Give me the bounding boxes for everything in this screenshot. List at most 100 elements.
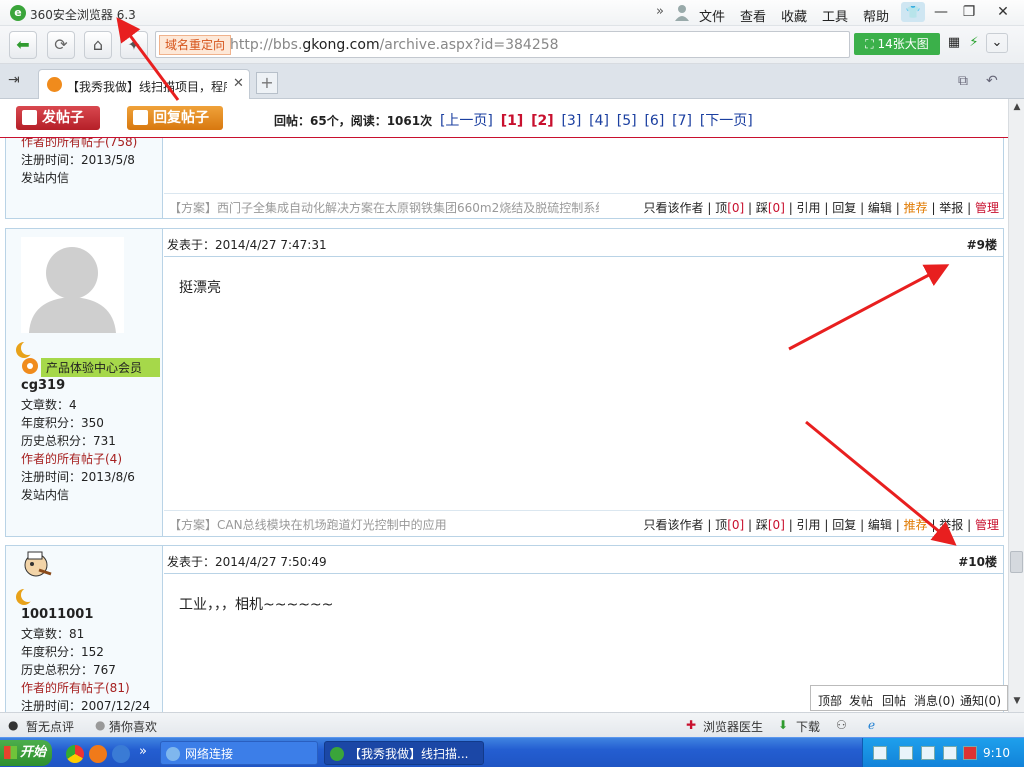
float-reply-link[interactable]: 回帖 [882, 692, 906, 709]
quote-link[interactable]: 引用 [797, 201, 821, 215]
prev-page-link[interactable]: [上一页] [440, 113, 493, 129]
speed-mode-icon[interactable]: ⚡ [966, 35, 982, 51]
send-pm-link[interactable]: 发站内信 [21, 169, 69, 186]
minimize-button[interactable]: — [929, 2, 953, 22]
report-link[interactable]: 举报 [939, 518, 963, 532]
related-link[interactable]: 【方案】西门子全集成自动化解决方案在太原钢铁集团660m2烧结及脱硫控制系统 [169, 199, 599, 216]
media-player-icon[interactable] [112, 745, 130, 763]
author-name[interactable]: 10011001 [21, 607, 93, 622]
menu-favorites[interactable]: 收藏 [781, 6, 807, 25]
new-tab-button[interactable]: + [256, 72, 278, 94]
menu-view[interactable]: 查看 [740, 6, 766, 25]
download-icon[interactable]: ⬇ [778, 718, 788, 732]
guess-icon[interactable]: ● [95, 718, 105, 732]
keyboard-icon[interactable] [873, 746, 887, 760]
restore-button[interactable]: ❐ [957, 2, 981, 22]
menu-tools[interactable]: 工具 [822, 6, 848, 25]
page-link-4[interactable]: [4] [589, 113, 609, 129]
floor-number[interactable]: #10楼 [958, 553, 997, 570]
recommend-link[interactable]: 推荐 [904, 518, 928, 532]
next-page-link[interactable]: [下一页] [700, 113, 753, 129]
reply-link[interactable]: 回复 [832, 518, 856, 532]
scrollbar-thumb[interactable] [1010, 551, 1023, 573]
download-label[interactable]: 下载 [796, 718, 820, 735]
big-image-button[interactable]: ⛶ 14张大图 [854, 33, 940, 55]
related-link[interactable]: 【方案】CAN总线模块在机场跑道灯光控制中的应用 [169, 516, 599, 533]
doctor-icon[interactable]: ✚ [686, 718, 696, 732]
manage-link[interactable]: 管理 [975, 518, 999, 532]
author-name[interactable]: cg319 [21, 378, 65, 393]
tray-app-icon[interactable] [921, 746, 935, 760]
user-icon[interactable] [674, 4, 690, 22]
close-window-button[interactable]: ✕ [991, 2, 1015, 22]
author-all-posts-link[interactable]: 作者的所有帖子(81) [21, 679, 130, 696]
qr-code-icon[interactable]: ▦ [946, 35, 962, 51]
send-pm-link[interactable]: 发站内信 [21, 486, 69, 503]
page-link-3[interactable]: [3] [561, 113, 581, 129]
start-button[interactable]: 开始 [0, 740, 52, 766]
tab-close-icon[interactable]: ✕ [233, 76, 244, 91]
author-all-posts-link[interactable]: 作者的所有帖子(4) [21, 450, 122, 467]
page-link-2[interactable]: [2] [531, 113, 554, 129]
page-link-7[interactable]: [7] [672, 113, 692, 129]
quote-link[interactable]: 引用 [797, 518, 821, 532]
float-post-link[interactable]: 发帖 [849, 692, 873, 709]
float-notice-link[interactable]: 通知(0) [960, 692, 1001, 709]
refresh-button[interactable]: ⟳ [47, 31, 75, 59]
menu-help[interactable]: 帮助 [863, 6, 889, 25]
home-button[interactable]: ⌂ [84, 31, 112, 59]
domain-redirect-tag[interactable]: 域名重定向 [159, 35, 232, 55]
reply-link[interactable]: 回复 [832, 201, 856, 215]
post-button[interactable]: 发帖子 [16, 106, 100, 130]
ie-icon[interactable]: ℯ [868, 718, 875, 732]
page-scrollbar[interactable]: ▲ ▼ [1008, 99, 1024, 712]
skin-icon[interactable]: 👕 [901, 2, 925, 22]
edit-link[interactable]: 编辑 [868, 518, 892, 532]
edit-link[interactable]: 编辑 [868, 201, 892, 215]
chrome-icon[interactable] [66, 745, 84, 763]
reply-button[interactable]: 回复帖子 [127, 106, 223, 130]
up-count: [0] [727, 201, 745, 215]
taskbar-item-browser[interactable]: 【我秀我做】线扫描... [324, 741, 484, 765]
undo-close-tab-icon[interactable]: ↶ [986, 73, 998, 89]
down-link[interactable]: 踩 [756, 518, 768, 532]
no-comment-label[interactable]: 暂无点评 [26, 718, 74, 735]
sidebar-toggle-icon[interactable]: ⇥ [8, 72, 20, 88]
firefox-icon[interactable] [89, 745, 107, 763]
menu-file[interactable]: 文件 [699, 6, 725, 25]
page-link-1[interactable]: [1] [501, 113, 524, 129]
scroll-down-icon[interactable]: ▼ [1011, 695, 1023, 707]
game-icon[interactable]: ⚇ [836, 718, 847, 732]
taskbar-item-network[interactable]: 网络连接 [160, 741, 318, 765]
network-tray-icon[interactable] [943, 746, 957, 760]
antivirus-icon[interactable] [963, 746, 977, 760]
floor-number[interactable]: #9楼 [967, 236, 997, 253]
up-link[interactable]: 顶 [715, 201, 727, 215]
help-icon[interactable] [899, 746, 913, 760]
only-author-link[interactable]: 只看该作者 [643, 201, 703, 215]
page-link-6[interactable]: [6] [644, 113, 664, 129]
url-text[interactable]: http://bbs.gkong.com/archive.aspx?id=384… [230, 37, 559, 53]
recommend-link[interactable]: 推荐 [904, 201, 928, 215]
tab-list-icon[interactable]: ⧉ [958, 73, 968, 89]
active-tab[interactable]: 【我秀我做】线扫描项目，程序 ✕ [38, 69, 250, 99]
quicklaunch-more-icon[interactable]: » [139, 744, 147, 759]
comment-icon[interactable]: ● [8, 718, 18, 732]
chevron-more-icon[interactable]: » [656, 4, 664, 19]
report-link[interactable]: 举报 [939, 201, 963, 215]
page-link-5[interactable]: [5] [617, 113, 637, 129]
address-dropdown-icon[interactable]: ⌄ [986, 33, 1008, 53]
only-author-link[interactable]: 只看该作者 [643, 518, 703, 532]
browser-doctor-label[interactable]: 浏览器医生 [703, 718, 763, 735]
up-link[interactable]: 顶 [715, 518, 727, 532]
down-link[interactable]: 踩 [756, 201, 768, 215]
back-button[interactable]: ⬅ [9, 31, 37, 59]
scroll-up-icon[interactable]: ▲ [1011, 101, 1023, 113]
windows-taskbar: 开始 » 网络连接 【我秀我做】线扫描... 9:10 [0, 737, 1024, 767]
float-message-link[interactable]: 消息(0) [914, 692, 955, 709]
float-top-link[interactable]: 顶部 [818, 692, 842, 709]
extra-nav-button[interactable]: ✦ [120, 31, 148, 59]
manage-link[interactable]: 管理 [975, 201, 999, 215]
address-bar[interactable]: 域名重定向 http://bbs.gkong.com/archive.aspx?… [155, 31, 850, 58]
guess-label[interactable]: 猜你喜欢 [109, 718, 157, 735]
